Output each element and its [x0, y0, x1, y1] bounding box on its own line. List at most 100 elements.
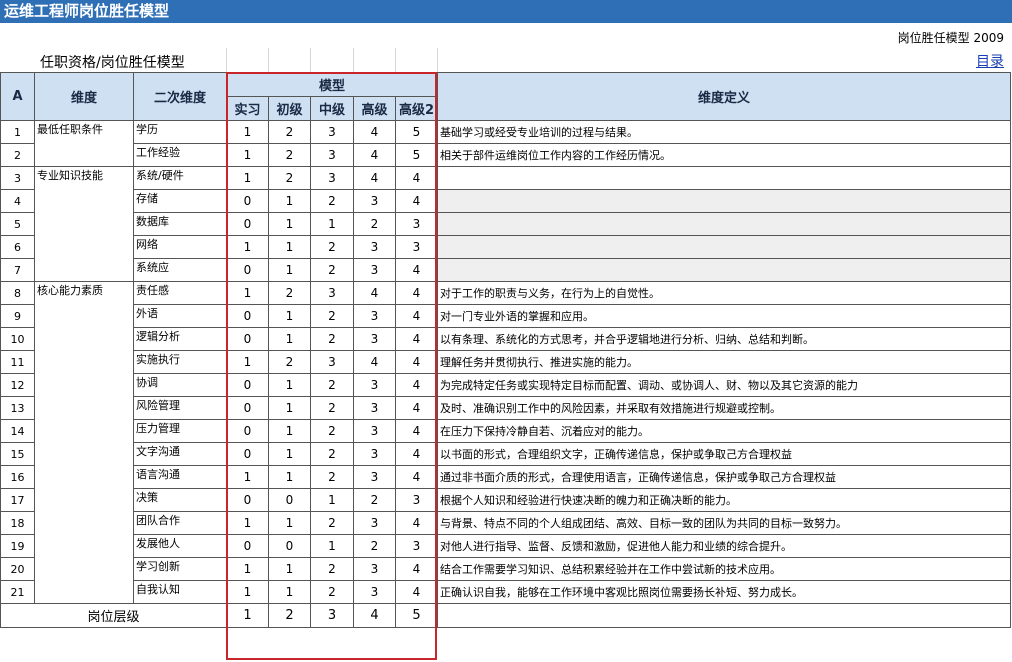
level-value-cell[interactable]: 0: [226, 189, 269, 213]
level-value-cell[interactable]: 0: [226, 419, 269, 443]
definition-cell[interactable]: 及时、准确识别工作中的风险因素，并采取有效措施进行规避或控制。: [437, 396, 1011, 420]
definition-cell[interactable]: 基础学习或经受专业培训的过程与结果。: [437, 120, 1011, 144]
level-value-cell[interactable]: 0: [226, 442, 269, 466]
level-value-cell[interactable]: 3: [310, 120, 354, 144]
sub-dimension-cell[interactable]: 自我认知: [133, 580, 227, 604]
sub-dimension-cell[interactable]: 外语: [133, 304, 227, 328]
level-value-cell[interactable]: 1: [268, 557, 311, 581]
level-value-cell[interactable]: 3: [310, 350, 354, 374]
level-value-cell[interactable]: 0: [226, 534, 269, 558]
level-value-cell[interactable]: 4: [353, 143, 396, 167]
row-number[interactable]: 17: [0, 488, 35, 512]
sub-dimension-cell[interactable]: 团队合作: [133, 511, 227, 535]
level-value-cell[interactable]: 4: [395, 350, 438, 374]
sub-dimension-cell[interactable]: 学习创新: [133, 557, 227, 581]
level-value-cell[interactable]: 4: [395, 304, 438, 328]
level-value-cell[interactable]: 3: [353, 327, 396, 351]
level-value-cell[interactable]: 1: [226, 465, 269, 489]
definition-cell[interactable]: 以书面的形式，合理组织文字，正确传递信息，保护或争取己方合理权益: [437, 442, 1011, 466]
level-value-cell[interactable]: 3: [395, 235, 438, 259]
level-value-cell[interactable]: 4: [395, 166, 438, 190]
level-value-cell[interactable]: 1: [268, 327, 311, 351]
dimension-cell[interactable]: 专业知识技能: [34, 166, 134, 282]
level-value-cell[interactable]: 4: [395, 511, 438, 535]
row-number[interactable]: 18: [0, 511, 35, 535]
level-value-cell[interactable]: 4: [395, 442, 438, 466]
sub-dimension-cell[interactable]: 系统应: [133, 258, 227, 282]
sub-dimension-cell[interactable]: 逻辑分析: [133, 327, 227, 351]
level-value-cell[interactable]: 0: [268, 488, 311, 512]
level-value-cell[interactable]: 4: [353, 350, 396, 374]
toc-link[interactable]: 目录: [976, 51, 1004, 71]
level-value-cell[interactable]: 4: [395, 557, 438, 581]
definition-cell[interactable]: 以有条理、系统化的方式思考，并合乎逻辑地进行分析、归纳、总结和判断。: [437, 327, 1011, 351]
level-value-cell[interactable]: 0: [226, 327, 269, 351]
sub-dimension-cell[interactable]: 决策: [133, 488, 227, 512]
row-number[interactable]: 6: [0, 235, 35, 259]
row-number[interactable]: 1: [0, 120, 35, 144]
sub-dimension-cell[interactable]: 实施执行: [133, 350, 227, 374]
row-number[interactable]: 3: [0, 166, 35, 190]
definition-cell[interactable]: 对一门专业外语的掌握和应用。: [437, 304, 1011, 328]
level-value-cell[interactable]: 1: [226, 557, 269, 581]
level-value-cell[interactable]: 1: [268, 373, 311, 397]
level-value-cell[interactable]: 4: [353, 281, 396, 305]
level-value-cell[interactable]: 3: [395, 534, 438, 558]
level-value-cell[interactable]: 3: [353, 258, 396, 282]
definition-cell[interactable]: 对他人进行指导、监督、反馈和激励，促进他人能力和业绩的综合提升。: [437, 534, 1011, 558]
level-value-cell[interactable]: 0: [226, 373, 269, 397]
level-value-cell[interactable]: 3: [353, 304, 396, 328]
level-value-cell[interactable]: 4: [395, 281, 438, 305]
level-value-cell[interactable]: 3: [353, 235, 396, 259]
footer-definition-cell[interactable]: [437, 603, 1011, 628]
level-value-cell[interactable]: 0: [226, 258, 269, 282]
row-number[interactable]: 15: [0, 442, 35, 466]
dimension-cell[interactable]: 核心能力素质: [34, 281, 134, 604]
level-value-cell[interactable]: 4: [395, 258, 438, 282]
sub-dimension-cell[interactable]: 发展他人: [133, 534, 227, 558]
sub-dimension-cell[interactable]: 责任感: [133, 281, 227, 305]
definition-cell[interactable]: 理解任务并贯彻执行、推进实施的能力。: [437, 350, 1011, 374]
level-value-cell[interactable]: 0: [268, 534, 311, 558]
level-value-cell[interactable]: 1: [226, 120, 269, 144]
level-value-cell[interactable]: 3: [310, 143, 354, 167]
sub-dimension-cell[interactable]: 语言沟通: [133, 465, 227, 489]
level-value-cell[interactable]: 3: [353, 373, 396, 397]
level-value-cell[interactable]: 2: [353, 212, 396, 236]
level-value-cell[interactable]: 0: [226, 304, 269, 328]
level-value-cell[interactable]: 1: [310, 212, 354, 236]
definition-cell[interactable]: 对于工作的职责与义务，在行为上的自觉性。: [437, 281, 1011, 305]
level-value-cell[interactable]: 1: [268, 235, 311, 259]
level-value-cell[interactable]: 3: [353, 580, 396, 604]
level-value-cell[interactable]: 2: [268, 120, 311, 144]
definition-cell[interactable]: [437, 235, 1011, 259]
sub-dimension-cell[interactable]: 协调: [133, 373, 227, 397]
row-number[interactable]: 12: [0, 373, 35, 397]
level-value-cell[interactable]: 1: [268, 396, 311, 420]
level-value-cell[interactable]: 3: [353, 189, 396, 213]
row-number[interactable]: 14: [0, 419, 35, 443]
level-value-cell[interactable]: 1: [310, 488, 354, 512]
level-value-cell[interactable]: 1: [226, 580, 269, 604]
level-value-cell[interactable]: 2: [310, 258, 354, 282]
row-number[interactable]: 2: [0, 143, 35, 167]
sub-dimension-cell[interactable]: 学历: [133, 120, 227, 144]
level-value-cell[interactable]: 2: [310, 396, 354, 420]
row-number[interactable]: 16: [0, 465, 35, 489]
row-number[interactable]: 19: [0, 534, 35, 558]
level-value-cell[interactable]: 2: [310, 580, 354, 604]
level-value-cell[interactable]: 1: [268, 189, 311, 213]
definition-cell[interactable]: 为完成特定任务或实现特定目标而配置、调动、或协调人、财、物以及其它资源的能力: [437, 373, 1011, 397]
level-value-cell[interactable]: 2: [353, 534, 396, 558]
level-value-cell[interactable]: 4: [395, 396, 438, 420]
definition-cell[interactable]: [437, 212, 1011, 236]
level-value-cell[interactable]: 3: [353, 396, 396, 420]
level-value-cell[interactable]: 0: [226, 212, 269, 236]
footer-value[interactable]: 3: [310, 603, 354, 628]
level-value-cell[interactable]: 3: [353, 419, 396, 443]
level-value-cell[interactable]: 1: [268, 511, 311, 535]
row-number[interactable]: 7: [0, 258, 35, 282]
level-value-cell[interactable]: 1: [268, 419, 311, 443]
sub-dimension-cell[interactable]: 文字沟通: [133, 442, 227, 466]
level-value-cell[interactable]: 2: [310, 373, 354, 397]
